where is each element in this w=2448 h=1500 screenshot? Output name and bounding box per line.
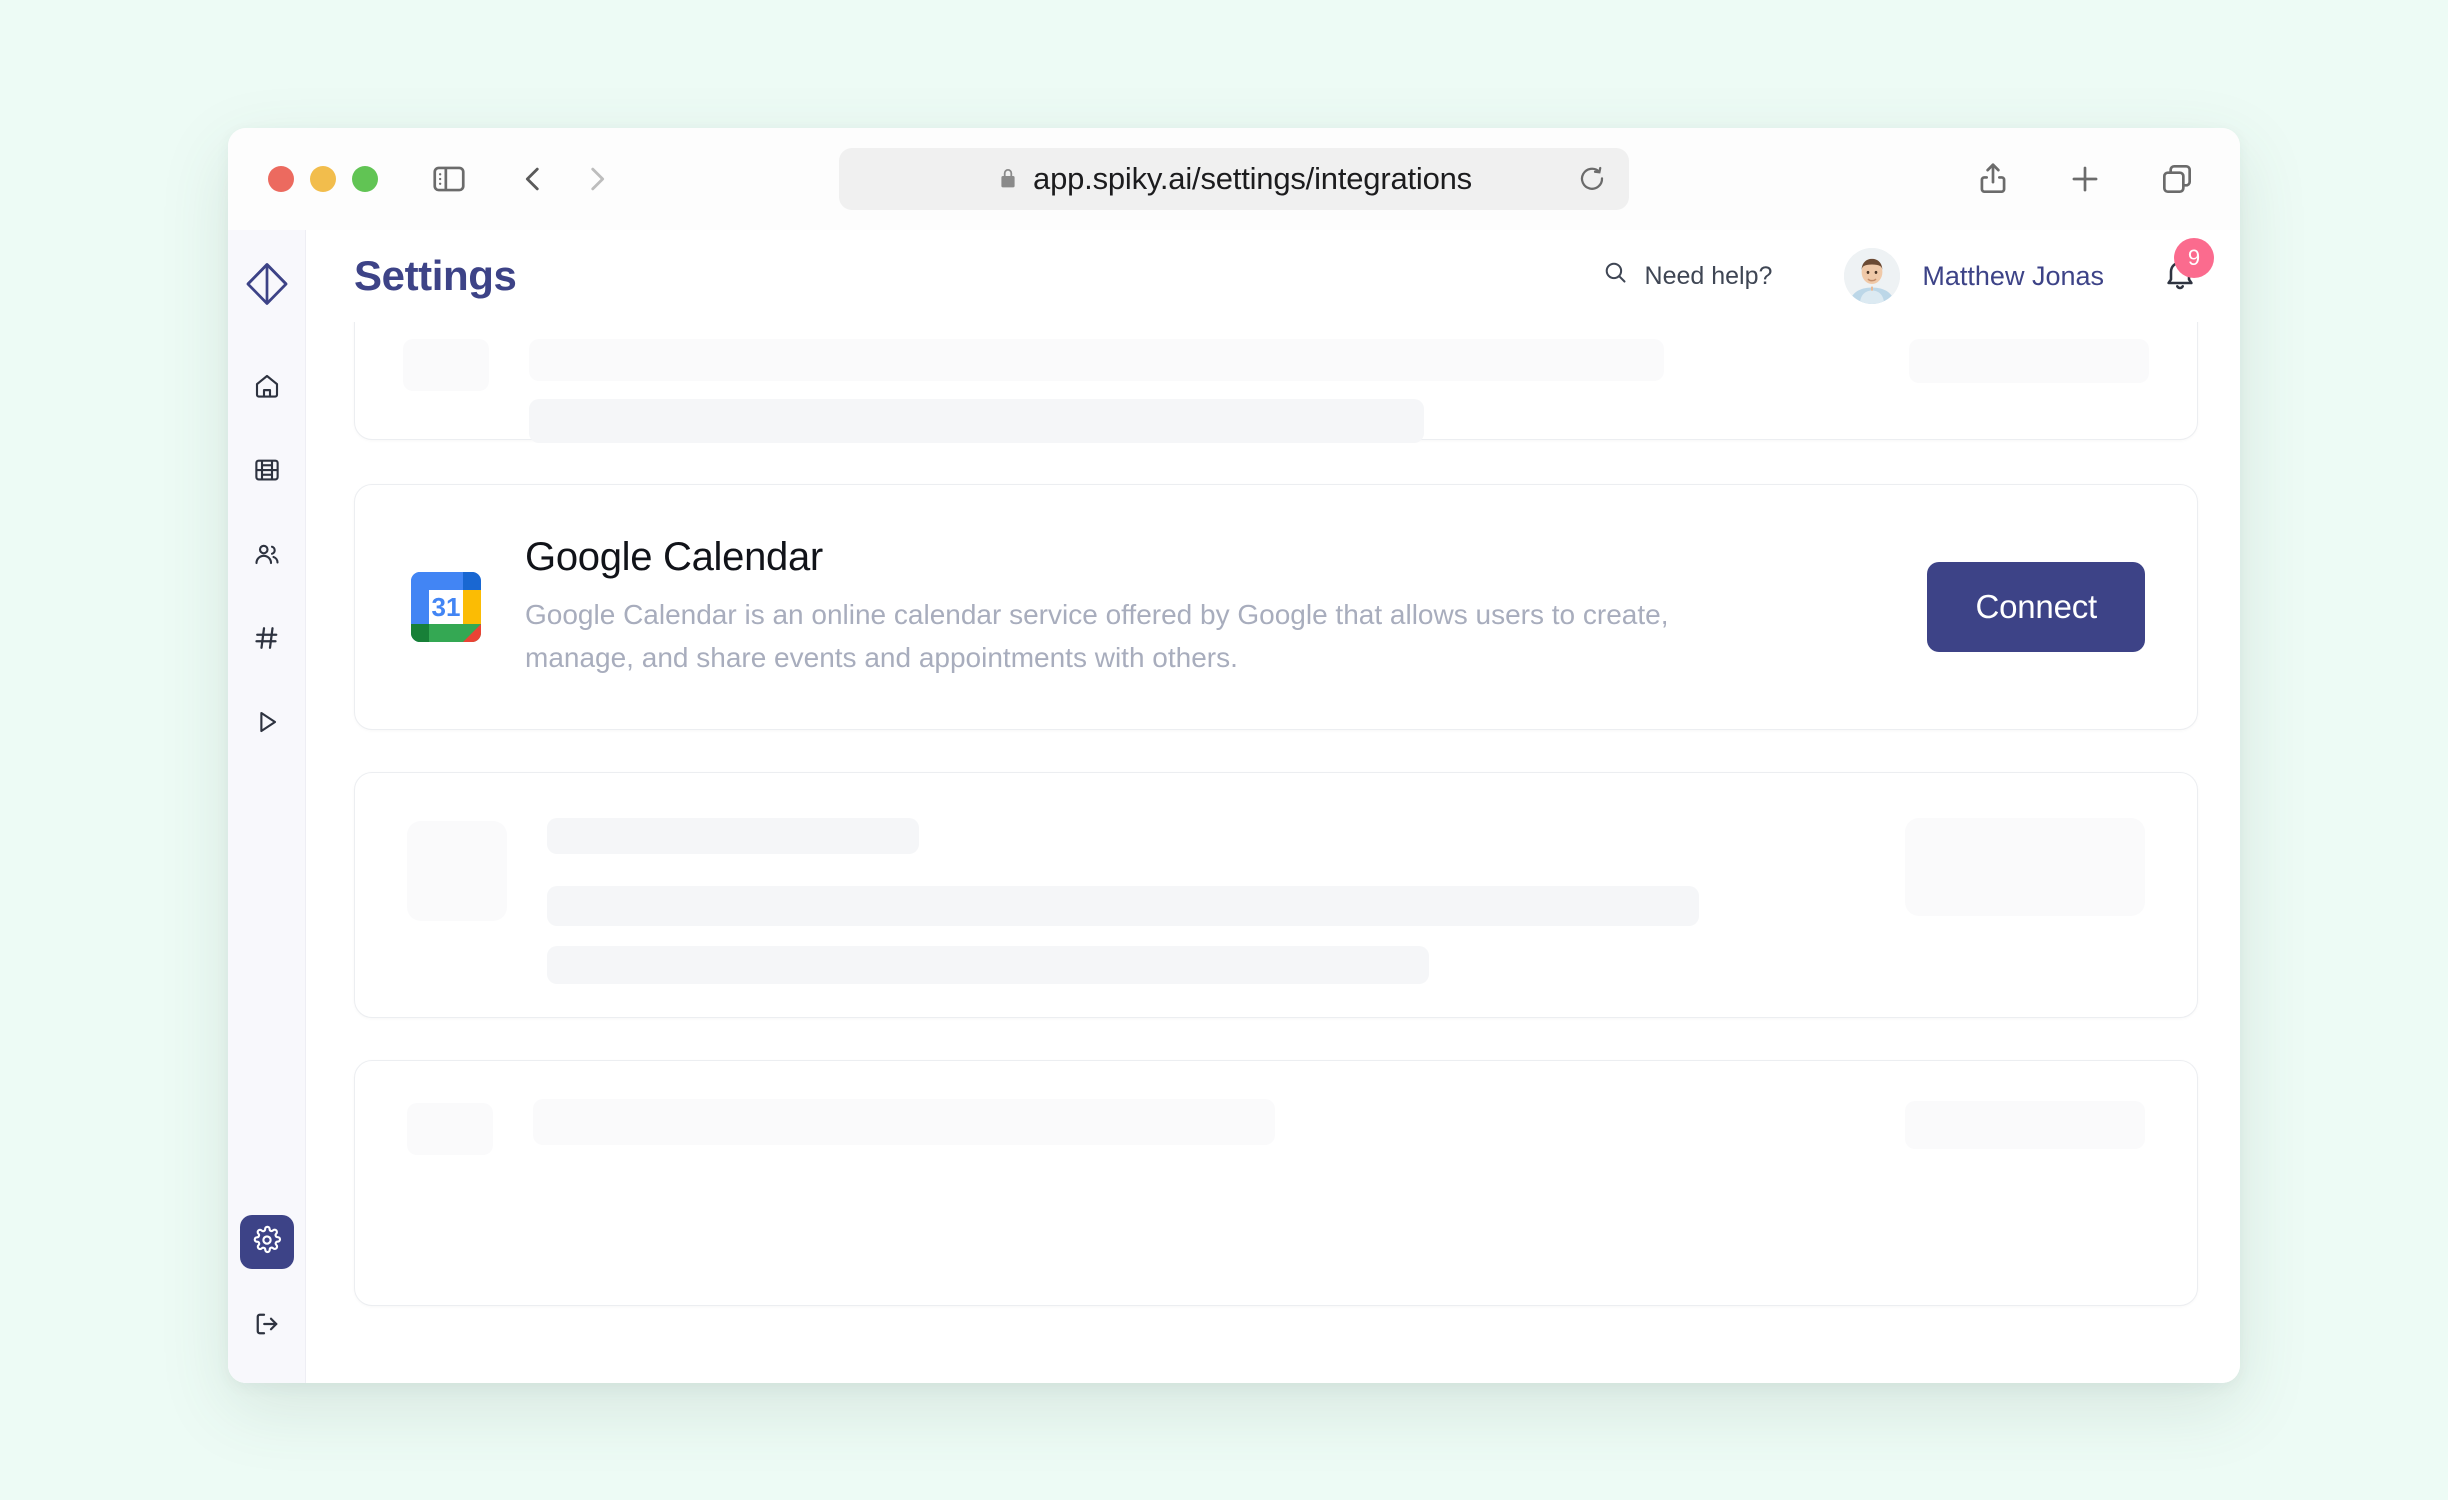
placeholder-line — [547, 818, 919, 854]
plus-icon[interactable] — [2066, 160, 2104, 198]
sidebar-item-people[interactable] — [240, 529, 294, 583]
placeholder-line — [533, 1099, 1275, 1145]
placeholder-button — [1905, 1101, 2145, 1149]
browser-window: app.spiky.ai/settings/integrations — [228, 128, 2240, 1383]
integrations-list: 31 Google Calendar Google Calendar is an… — [306, 322, 2240, 1383]
integration-text: Google Calendar Google Calendar is an on… — [525, 535, 1927, 679]
chevron-right-icon[interactable] — [580, 162, 614, 196]
tabs-overview-icon[interactable] — [2158, 160, 2196, 198]
users-icon — [252, 539, 282, 574]
placeholder-line — [547, 886, 1699, 926]
share-icon[interactable] — [1974, 160, 2012, 198]
main-area: Settings Need help? — [306, 230, 2240, 1383]
gear-icon — [252, 1225, 282, 1260]
avatar — [1844, 248, 1900, 304]
chevron-left-icon[interactable] — [516, 162, 550, 196]
sidebar-item-settings[interactable] — [240, 1215, 294, 1269]
placeholder-icon — [403, 339, 489, 391]
need-help-button[interactable]: Need help? — [1602, 259, 1773, 293]
spiky-logo[interactable] — [241, 258, 293, 315]
placeholder-line — [547, 946, 1429, 984]
logout-icon — [252, 1309, 282, 1344]
integration-description: Google Calendar is an online calendar se… — [525, 594, 1695, 679]
sidebar-toggle-icon[interactable] — [430, 160, 468, 198]
header-actions: Need help? — [1602, 248, 2198, 304]
user-name: Matthew Jonas — [1922, 261, 2104, 292]
traffic-lights — [268, 166, 378, 192]
sidebar-item-recordings[interactable] — [240, 445, 294, 499]
placeholder-line — [529, 399, 1424, 443]
svg-text:31: 31 — [432, 592, 461, 622]
connect-button[interactable]: Connect — [1927, 562, 2145, 652]
integration-card-placeholder-middle — [354, 772, 2198, 1018]
home-icon — [252, 371, 282, 406]
integration-card-placeholder-bottom — [354, 1060, 2198, 1306]
lock-icon — [996, 167, 1020, 191]
page-title: Settings — [354, 252, 516, 300]
browser-chrome: app.spiky.ai/settings/integrations — [228, 128, 2240, 230]
integration-card-google-calendar: 31 Google Calendar Google Calendar is an… — [354, 484, 2198, 730]
notifications-button[interactable]: 9 — [2162, 256, 2198, 297]
url-text: app.spiky.ai/settings/integrations — [1033, 161, 1472, 197]
placeholder-button — [1909, 339, 2149, 383]
placeholder-icon — [407, 821, 507, 921]
placeholder-line — [529, 339, 1664, 381]
sidebar-item-channels[interactable] — [240, 613, 294, 667]
hash-icon — [252, 623, 282, 658]
film-icon — [252, 455, 282, 490]
maximize-window-button[interactable] — [352, 166, 378, 192]
minimize-window-button[interactable] — [310, 166, 336, 192]
placeholder-icon — [407, 1103, 493, 1155]
integration-name: Google Calendar — [525, 535, 1927, 580]
sidebar-item-logout[interactable] — [240, 1299, 294, 1353]
close-window-button[interactable] — [268, 166, 294, 192]
reload-icon[interactable] — [1577, 164, 1607, 194]
address-bar[interactable]: app.spiky.ai/settings/integrations — [839, 148, 1629, 210]
search-icon — [1602, 259, 1629, 293]
browser-toolbar-right — [1974, 160, 2196, 198]
app-header: Settings Need help? — [306, 230, 2240, 322]
left-nav-rail — [228, 230, 306, 1383]
play-icon — [252, 707, 282, 742]
google-calendar-icon: 31 — [407, 568, 485, 646]
sidebar-item-home[interactable] — [240, 361, 294, 415]
integration-card-placeholder-top — [354, 322, 2198, 440]
placeholder-button — [1905, 818, 2145, 916]
sidebar-item-playback[interactable] — [240, 697, 294, 751]
notification-badge: 9 — [2174, 238, 2214, 278]
app-viewport: Settings Need help? — [228, 230, 2240, 1383]
need-help-label: Need help? — [1645, 262, 1773, 291]
user-menu[interactable]: Matthew Jonas — [1844, 248, 2104, 304]
